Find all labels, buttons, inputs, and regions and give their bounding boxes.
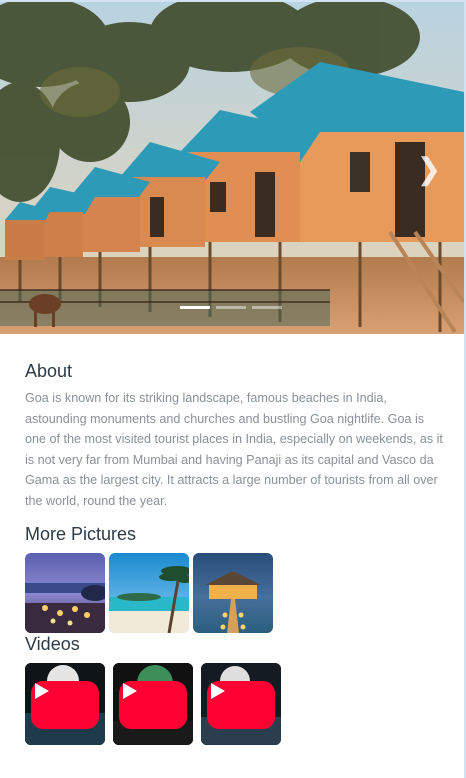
carousel-indicator-1[interactable] xyxy=(180,306,210,309)
video-thumbnail-3[interactable] xyxy=(201,663,281,745)
beach-dinner-photo[interactable] xyxy=(25,553,105,633)
video-thumbnail-1[interactable] xyxy=(25,663,105,745)
videos-heading: Videos xyxy=(25,634,80,654)
about-description: Goa is known for its striking landscape,… xyxy=(25,391,443,508)
youtube-play-icon[interactable] xyxy=(207,681,275,729)
more-pictures-heading: More Pictures xyxy=(25,524,137,544)
carousel-indicator-3[interactable] xyxy=(252,306,282,309)
water-villa-photo[interactable] xyxy=(193,553,273,633)
about-heading: About xyxy=(25,361,73,381)
carousel-indicators xyxy=(180,306,285,310)
video-thumbnail-2[interactable] xyxy=(113,663,193,745)
youtube-play-icon[interactable] xyxy=(119,681,187,729)
hero-image xyxy=(0,2,464,334)
hero-carousel[interactable]: ❯ xyxy=(0,2,464,334)
chevron-right-icon[interactable]: ❯ xyxy=(416,154,442,186)
youtube-play-icon[interactable] xyxy=(31,681,99,729)
pictures-gallery xyxy=(25,553,273,633)
videos-list xyxy=(25,663,281,745)
palm-beach-photo[interactable] xyxy=(109,553,189,633)
carousel-indicator-2[interactable] xyxy=(216,306,246,309)
